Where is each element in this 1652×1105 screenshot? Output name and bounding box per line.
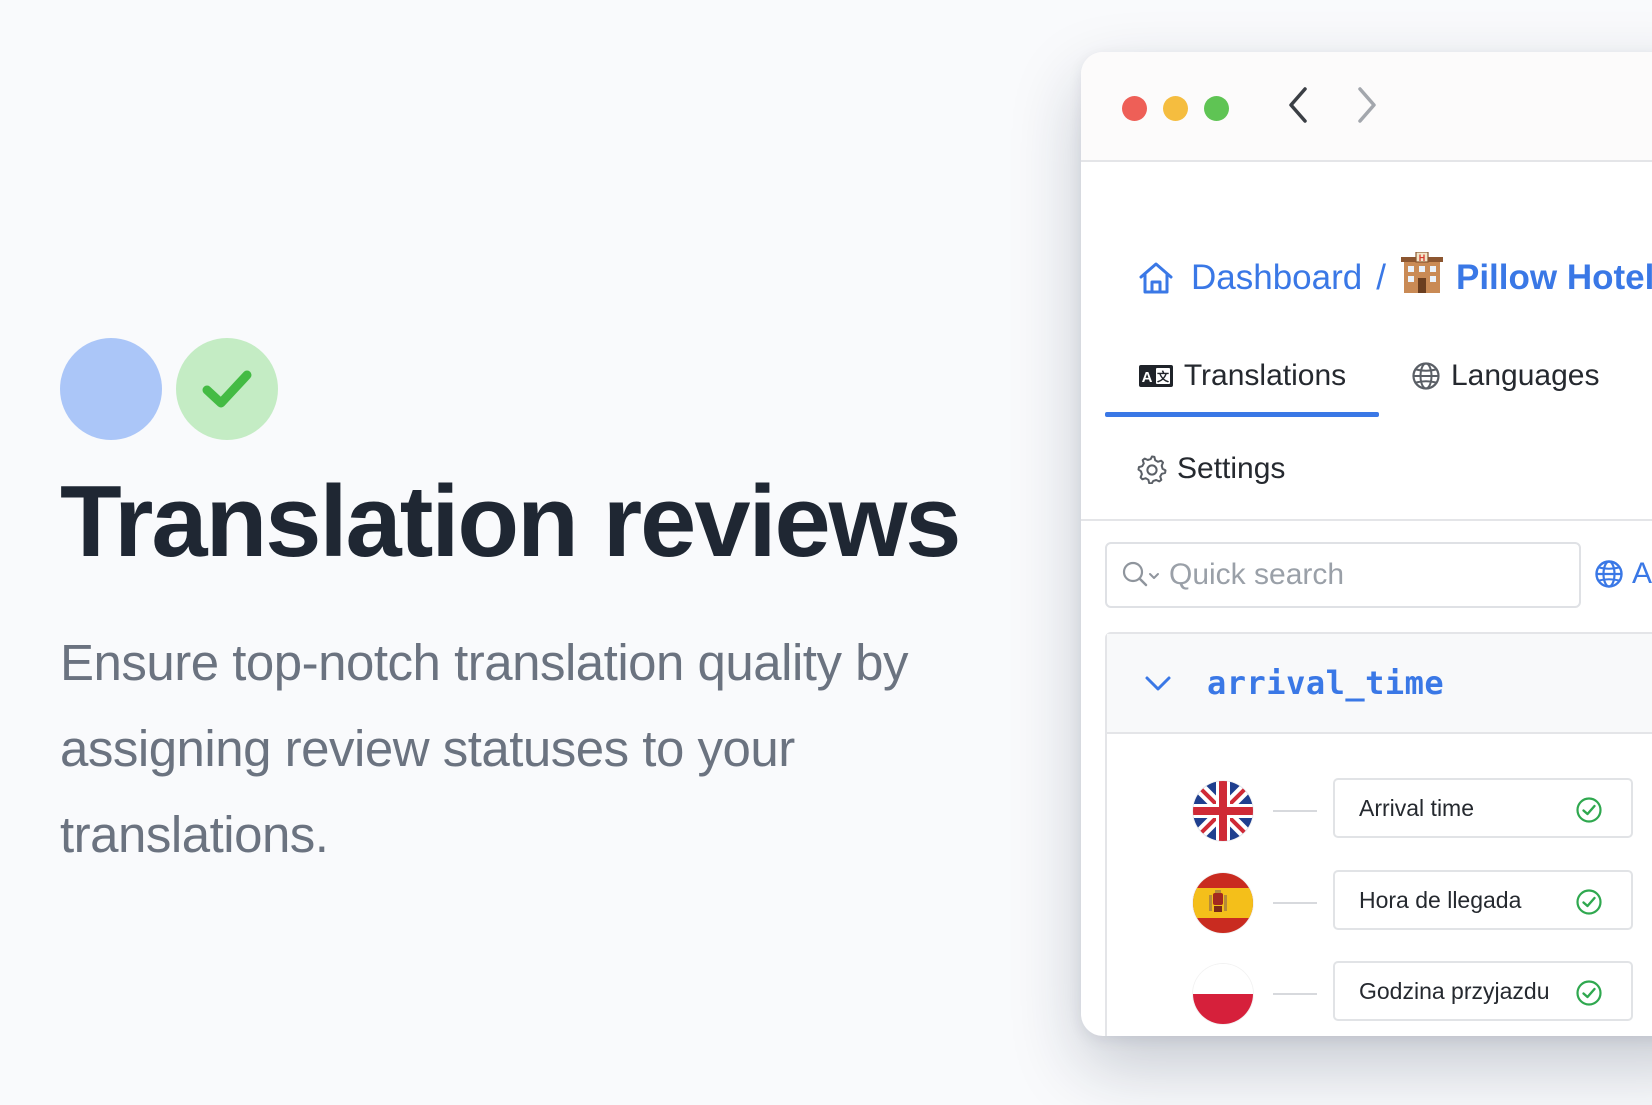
translate-icon: A 文 [1138, 363, 1174, 389]
translation-text: Godzina przyjazdu [1359, 977, 1550, 1004]
svg-text:H: H [1419, 253, 1426, 263]
translation-row: Godzina przyjazdu [1107, 961, 1652, 1025]
reviewed-check-icon[interactable] [1575, 888, 1603, 916]
breadcrumb: Dashboard / H Pillow Hotel [1137, 251, 1652, 304]
reviewed-check-icon[interactable] [1575, 979, 1603, 1007]
svg-text:A: A [1141, 369, 1152, 386]
tab-translations[interactable]: A 文 Translations [1105, 336, 1379, 416]
breadcrumb-project-link[interactable]: Pillow Hotel [1456, 258, 1652, 298]
hero-description: Ensure top-notch translation quality by … [60, 634, 909, 863]
search-input[interactable] [1167, 557, 1541, 593]
hotel-icon: H [1400, 251, 1444, 304]
translation-field[interactable]: Arrival time [1333, 778, 1633, 838]
close-window-button[interactable] [1122, 96, 1147, 121]
green-check-circle-icon [176, 338, 278, 440]
hero-icon-group [60, 338, 278, 440]
maximize-window-button[interactable] [1204, 96, 1229, 121]
reviewed-check-icon[interactable] [1575, 796, 1603, 824]
translation-field[interactable]: Hora de llegada [1333, 870, 1633, 930]
tab-languages-label: Languages [1451, 359, 1600, 392]
poland-flag-icon [1193, 964, 1253, 1024]
page-headline: Translation reviews [60, 466, 961, 578]
forward-button[interactable] [1347, 85, 1387, 125]
language-filter-button[interactable]: A [1594, 557, 1652, 591]
translation-key-header[interactable]: arrival_time [1107, 634, 1652, 734]
back-button[interactable] [1278, 85, 1318, 125]
uk-flag-icon [1193, 781, 1253, 841]
gear-icon [1137, 454, 1167, 484]
globe-icon [1411, 361, 1441, 391]
home-icon[interactable] [1137, 260, 1175, 296]
breadcrumb-separator: / [1376, 258, 1386, 297]
row-connector [1273, 902, 1317, 904]
tab-settings[interactable]: Settings [1137, 452, 1285, 486]
tab-translations-label: Translations [1183, 359, 1347, 392]
spain-flag-icon [1193, 873, 1253, 933]
breadcrumb-dashboard-link[interactable]: Dashboard [1191, 258, 1362, 298]
row-connector [1273, 993, 1317, 995]
blue-circle-icon [60, 338, 162, 440]
active-tab-indicator [1105, 412, 1379, 417]
translation-field[interactable]: Godzina przyjazdu [1333, 961, 1633, 1021]
chevron-down-icon[interactable] [1143, 674, 1173, 694]
minimize-window-button[interactable] [1163, 96, 1188, 121]
chevron-right-icon [1358, 87, 1376, 123]
header-divider [1081, 519, 1652, 521]
translation-key-name: arrival_time [1207, 664, 1445, 702]
translation-key-panel: arrival_time Arrival time Hora de llegad… [1105, 632, 1652, 1036]
app-window: Dashboard / H Pillow Hotel A 文 Translati… [1081, 52, 1652, 1036]
language-filter-label: A [1632, 557, 1652, 590]
translation-text: Hora de llegada [1359, 886, 1522, 913]
window-titlebar [1081, 52, 1652, 162]
translation-row: Hora de llegada [1107, 870, 1652, 934]
tab-languages[interactable]: Languages [1411, 336, 1599, 416]
chevron-left-icon [1289, 87, 1307, 123]
globe-icon [1594, 559, 1624, 589]
translation-text: Arrival time [1359, 794, 1475, 821]
tab-settings-label: Settings [1177, 452, 1286, 485]
translation-row: Arrival time [1107, 778, 1652, 842]
checkmark-icon [202, 370, 252, 408]
quick-search-box[interactable] [1105, 542, 1581, 608]
svg-text:文: 文 [1157, 369, 1170, 384]
row-connector [1273, 810, 1317, 812]
search-icon [1121, 559, 1161, 591]
project-tabs: A 文 Translations Languages [1105, 336, 1652, 420]
